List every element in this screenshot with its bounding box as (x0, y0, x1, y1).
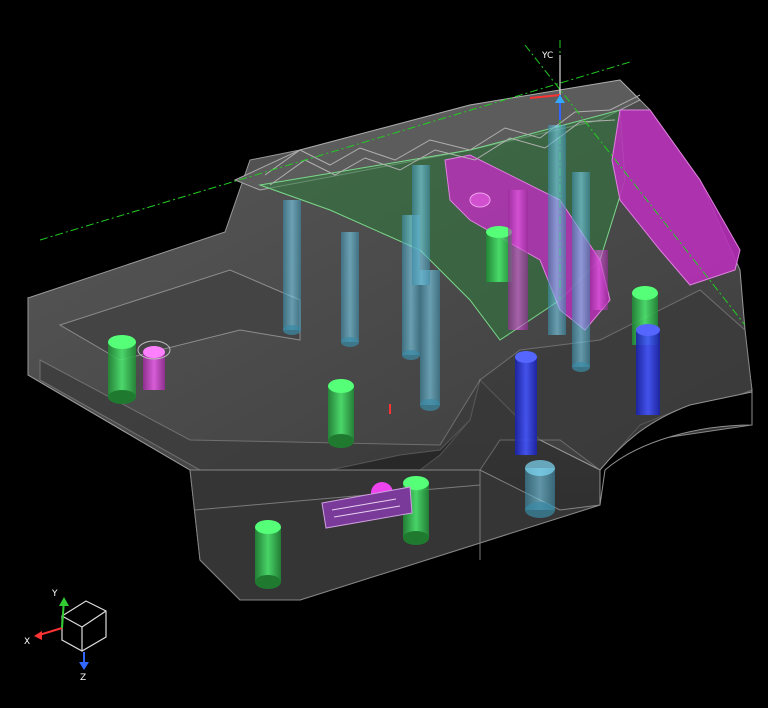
cad-scene[interactable]: YC X Y Z (0, 0, 768, 708)
magenta-hole (469, 192, 491, 208)
triad-y-label: Y (51, 589, 58, 599)
view-triad[interactable]: X Y Z (24, 589, 107, 683)
triad-z-label: Z (80, 673, 86, 683)
work-csys-label: YC (541, 51, 553, 61)
triad-x-label: X (24, 637, 30, 647)
graphics-viewport[interactable]: YC X Y Z (0, 0, 768, 708)
